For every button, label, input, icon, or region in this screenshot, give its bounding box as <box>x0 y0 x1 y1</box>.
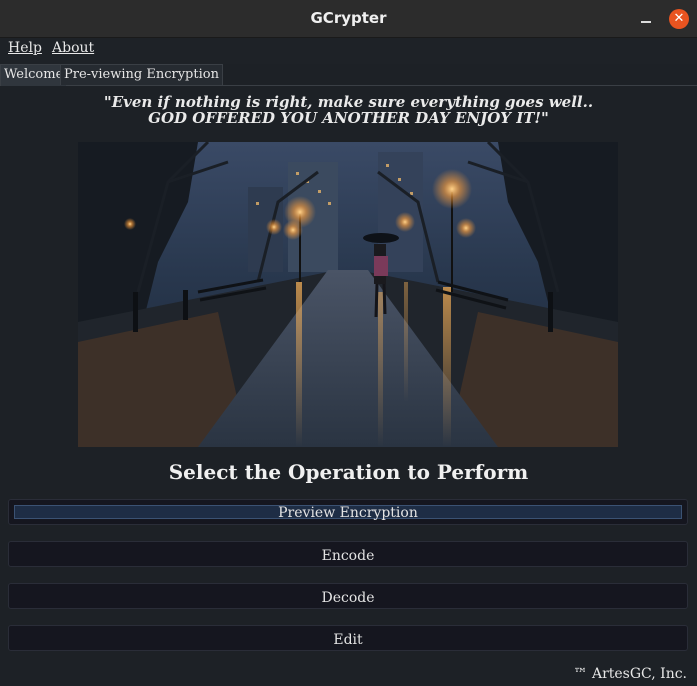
operation-headline: Select the Operation to Perform <box>168 460 529 484</box>
edit-button[interactable]: Edit <box>8 625 688 651</box>
quote-line-1: "Even if nothing is right, make sure eve… <box>103 93 594 111</box>
decode-button[interactable]: Decode <box>8 583 688 609</box>
window-title: GCrypter <box>310 9 387 27</box>
menu-help[interactable]: Help <box>8 39 42 57</box>
footer-copyright: ™ ArtesGC, Inc. <box>573 666 687 682</box>
close-icon[interactable]: ✕ <box>669 9 689 29</box>
tab-welcome[interactable]: Welcome <box>0 64 68 86</box>
quote-line-2: GOD OFFERED YOU ANOTHER DAY ENJOY IT!" <box>148 109 549 127</box>
preview-encryption-button[interactable]: Preview Encryption <box>8 499 688 525</box>
welcome-quote: "Even if nothing is right, make sure eve… <box>0 94 697 126</box>
rainy-park-photo-icon <box>78 142 618 447</box>
welcome-image <box>78 142 618 447</box>
minimize-icon[interactable] <box>636 10 656 28</box>
menu-help-label: Help <box>8 40 42 56</box>
tab-previewing-encryption[interactable]: Pre-viewing Encryption <box>60 64 223 85</box>
encode-button[interactable]: Encode <box>8 541 688 567</box>
tab-bar: Welcome Pre-viewing Encryption <box>0 64 697 86</box>
title-bar[interactable]: GCrypter ✕ <box>0 0 697 38</box>
menu-bar: Help About <box>0 38 697 64</box>
app-window: GCrypter ✕ Help About Welcome Pre-viewin… <box>0 0 697 686</box>
menu-about-label: About <box>52 40 95 56</box>
preview-encryption-label: Preview Encryption <box>14 505 682 520</box>
menu-about[interactable]: About <box>52 39 94 57</box>
